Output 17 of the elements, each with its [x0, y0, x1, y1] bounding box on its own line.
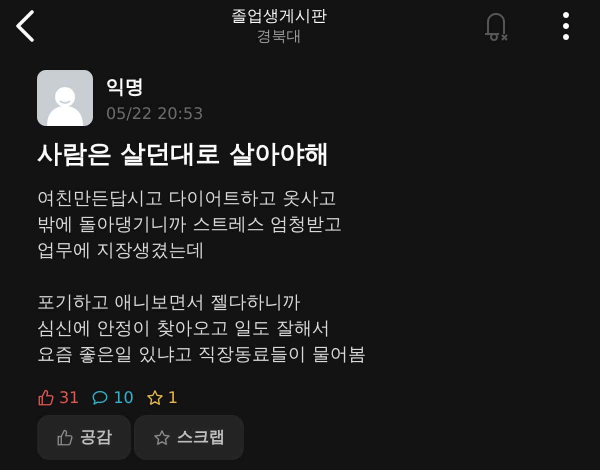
board-title: 졸업생게시판	[231, 6, 327, 26]
count: 31	[59, 388, 80, 407]
count: 10	[113, 388, 134, 407]
star-icon	[153, 428, 171, 446]
post-paragraph: 포기하고 애니보면서 젤다하니까 심신에 안정이 찾아오고 일도 잘해서 요즘 좋은일 있냐고 직장동료들이 물어봄	[37, 291, 367, 367]
more-icon[interactable]	[562, 11, 570, 41]
author-name: 익명	[106, 74, 145, 100]
post-time: 05/22 20:53	[106, 104, 204, 122]
like-button[interactable]: 공감	[37, 415, 131, 460]
thumbs-up-icon	[56, 428, 74, 446]
scrap-button[interactable]: 스크랩	[134, 415, 244, 460]
board-subtitle: 경북대	[256, 26, 302, 46]
avatar-icon	[37, 70, 93, 126]
back-icon[interactable]	[14, 9, 36, 43]
post-paragraph: 여친만든답시고 다이어트하고 옷사고 밖에 돌아댕기니까 스트레스 엄청받고 업무에 지장생겼는데	[37, 187, 344, 263]
post-title: 사람은 살던대로 살아야해	[37, 138, 330, 170]
count: 1	[168, 388, 178, 407]
